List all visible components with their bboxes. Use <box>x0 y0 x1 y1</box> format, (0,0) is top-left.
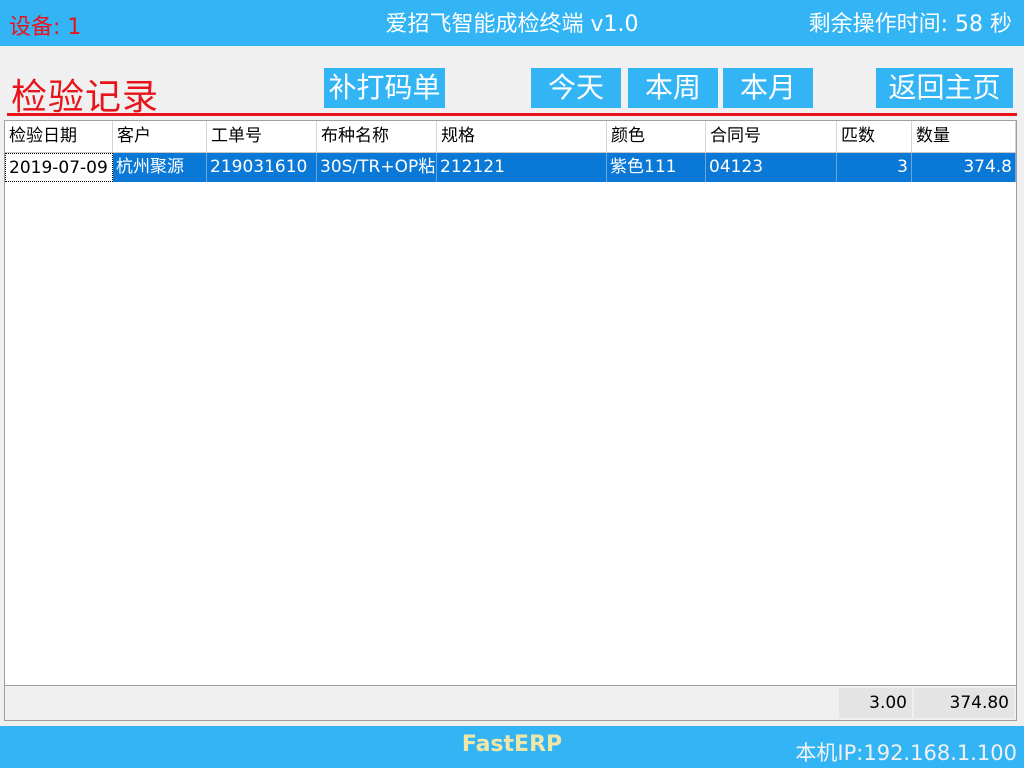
column-header-quantity[interactable]: 数量 <box>912 121 1016 152</box>
reprint-button[interactable]: 补打码单 <box>324 68 445 108</box>
column-header-contract[interactable]: 合同号 <box>706 121 837 152</box>
cell-contract[interactable]: 04123 <box>706 153 837 182</box>
column-header-pieces[interactable]: 匹数 <box>837 121 912 152</box>
this-month-button[interactable]: 本月 <box>723 68 813 108</box>
cell-quantity[interactable]: 374.8 <box>912 153 1016 182</box>
today-button[interactable]: 今天 <box>531 68 621 108</box>
cell-fabric-name[interactable]: 30S/TR+OP粘 <box>317 153 437 182</box>
column-header-color[interactable]: 颜色 <box>607 121 706 152</box>
cell-spec[interactable]: 212121 <box>437 153 607 182</box>
local-ip: 本机IP:192.168.1.100 <box>795 741 1017 765</box>
return-home-button[interactable]: 返回主页 <box>876 68 1013 108</box>
column-header-spec[interactable]: 规格 <box>437 121 607 152</box>
title-divider <box>7 113 1017 116</box>
this-week-button[interactable]: 本周 <box>628 68 718 108</box>
cell-color[interactable]: 紫色111 <box>607 153 706 182</box>
cell-date[interactable]: 2019-07-09 <box>5 153 113 182</box>
column-header-fabric-name[interactable]: 布种名称 <box>317 121 437 152</box>
records-table[interactable]: 检验日期 客户 工单号 布种名称 规格 颜色 合同号 匹数 数量 2019-07… <box>4 120 1017 689</box>
top-bar: 设备: 1 爱招飞智能成检终端 v1.0 剩余操作时间: 58 秒 <box>0 0 1024 46</box>
column-header-date[interactable]: 检验日期 <box>5 121 113 152</box>
cell-pieces[interactable]: 3 <box>837 153 912 182</box>
column-header-customer[interactable]: 客户 <box>113 121 207 152</box>
table-header: 检验日期 客户 工单号 布种名称 规格 颜色 合同号 匹数 数量 <box>5 121 1016 153</box>
cell-work-order[interactable]: 219031610 <box>207 153 317 182</box>
total-pieces: 3.00 <box>839 688 912 718</box>
table-row[interactable]: 2019-07-09 杭州聚源 219031610 30S/TR+OP粘 212… <box>5 153 1016 182</box>
totals-row: 3.00 374.80 <box>4 685 1017 721</box>
total-quantity: 374.80 <box>914 688 1014 718</box>
main-panel: 检验记录 补打码单 今天 本周 本月 返回主页 检验日期 客户 工单号 布种名称… <box>0 46 1024 726</box>
column-header-work-order[interactable]: 工单号 <box>207 121 317 152</box>
remaining-time: 剩余操作时间: 58 秒 <box>808 12 1012 37</box>
cell-customer[interactable]: 杭州聚源 <box>113 153 207 182</box>
